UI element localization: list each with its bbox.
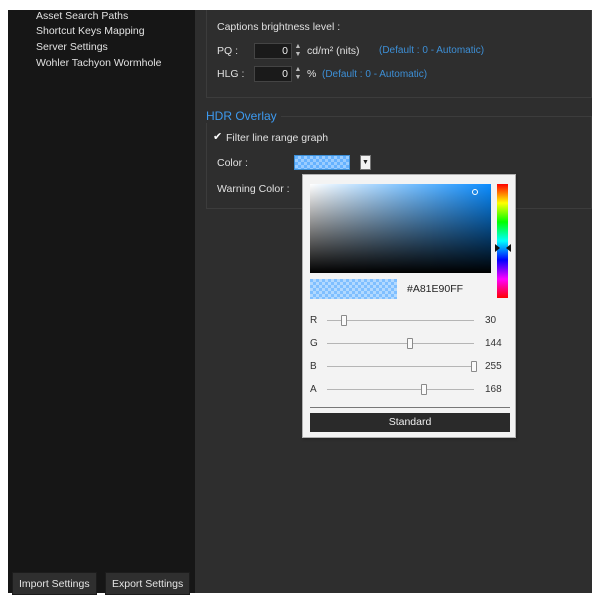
- slider-b-track[interactable]: [327, 366, 474, 367]
- slider-r-thumb[interactable]: [341, 315, 348, 326]
- slider-a-track[interactable]: [327, 389, 474, 390]
- sidebar: Asset Search Paths Shortcut Keys Mapping…: [8, 10, 195, 595]
- slider-b-label: B: [310, 361, 317, 372]
- hlg-label: HLG :: [217, 68, 245, 80]
- slider-a-thumb[interactable]: [420, 384, 427, 395]
- slider-r: R 30: [310, 314, 510, 328]
- pq-default-hint: (Default : 0 - Automatic): [379, 45, 485, 56]
- slider-a: A 168: [310, 383, 510, 397]
- warning-color-label: Warning Color :: [217, 183, 290, 195]
- hlg-spinner[interactable]: ▲ ▼: [293, 66, 303, 82]
- captions-heading: Captions brightness level :: [217, 21, 341, 33]
- slider-g: G 144: [310, 337, 510, 351]
- hex-value[interactable]: #A81E90FF: [407, 283, 463, 295]
- color-picker-popup: #A81E90FF R 30 G 144 B 255 A 168 Standar…: [302, 174, 516, 438]
- pq-unit: cd/m² (nits): [307, 45, 360, 57]
- slider-r-value: 30: [485, 315, 497, 326]
- hue-marker-left-icon[interactable]: [495, 244, 500, 252]
- slider-g-thumb[interactable]: [407, 338, 414, 349]
- pq-spinner[interactable]: ▲ ▼: [293, 43, 303, 59]
- color-label: Color :: [217, 157, 248, 169]
- sidebar-item-asset-search-paths[interactable]: Asset Search Paths: [36, 10, 128, 22]
- slider-g-value: 144: [485, 338, 502, 349]
- slider-r-track[interactable]: [327, 320, 474, 321]
- sidebar-item-shortcut-keys[interactable]: Shortcut Keys Mapping: [36, 25, 145, 37]
- sidebar-item-server-settings[interactable]: Server Settings: [36, 41, 108, 53]
- pq-input[interactable]: 0: [254, 43, 292, 59]
- standard-button[interactable]: Standard: [310, 413, 510, 432]
- slider-r-label: R: [310, 315, 318, 326]
- slider-a-label: A: [310, 384, 317, 395]
- color-swatch-dropdown[interactable]: [294, 155, 350, 170]
- slider-b-thumb[interactable]: [471, 361, 477, 372]
- sv-cursor[interactable]: [472, 189, 478, 195]
- hlg-input[interactable]: 0: [254, 66, 292, 82]
- hlg-unit: %: [307, 68, 317, 80]
- hue-slider[interactable]: [497, 184, 508, 298]
- color-preview: [310, 279, 397, 299]
- hlg-default-hint: (Default : 0 - Automatic): [322, 69, 428, 80]
- import-settings-button[interactable]: Import Settings: [12, 572, 97, 595]
- filter-checkbox[interactable]: ✔: [213, 132, 223, 143]
- sidebar-item-wohler-tachyon[interactable]: Wohler Tachyon Wormhole: [36, 57, 161, 69]
- slider-b-value: 255: [485, 361, 502, 372]
- hdr-overlay-title: HDR Overlay: [206, 109, 281, 123]
- slider-b: B 255: [310, 360, 510, 374]
- export-settings-button[interactable]: Export Settings: [105, 572, 191, 595]
- slider-g-track[interactable]: [327, 343, 474, 344]
- pq-label: PQ :: [217, 45, 239, 57]
- filter-line-range-label[interactable]: Filter line range graph: [226, 132, 328, 144]
- slider-a-value: 168: [485, 384, 502, 395]
- chevron-down-icon[interactable]: ▼: [360, 155, 371, 170]
- saturation-value-area[interactable]: [310, 184, 491, 273]
- divider: [310, 407, 510, 408]
- hue-marker-right-icon[interactable]: [506, 244, 511, 252]
- slider-g-label: G: [310, 338, 318, 349]
